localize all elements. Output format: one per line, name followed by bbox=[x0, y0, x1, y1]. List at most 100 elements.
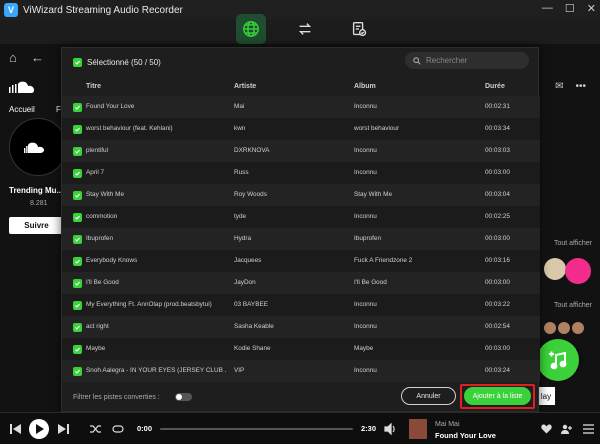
track-album: I'll Be Good bbox=[354, 279, 387, 286]
artist-avatars bbox=[544, 322, 584, 334]
tab-convert[interactable] bbox=[290, 14, 320, 44]
add-music-icon bbox=[549, 351, 567, 370]
track-album: Stay With Me bbox=[354, 191, 392, 198]
close-button[interactable]: ✕ bbox=[587, 2, 596, 15]
more-icon[interactable]: ••• bbox=[575, 81, 586, 92]
track-checkbox[interactable] bbox=[73, 147, 82, 156]
play-pause-button[interactable] bbox=[29, 419, 49, 439]
dialog-footer: Filtrer les pistes converties : Annuler … bbox=[62, 382, 540, 413]
track-album: Inconnu bbox=[354, 323, 377, 330]
progress-bar[interactable] bbox=[160, 428, 353, 430]
track-checkbox[interactable] bbox=[73, 191, 82, 200]
column-artist[interactable]: Artiste bbox=[234, 83, 256, 90]
track-checkbox[interactable] bbox=[73, 257, 82, 266]
track-row[interactable]: Found Your Love Mai Inconnu 00:02:31 bbox=[62, 96, 540, 118]
back-arrow-icon[interactable]: ← bbox=[31, 50, 44, 65]
track-artwork[interactable] bbox=[409, 419, 427, 439]
home-icon[interactable]: ⌂ bbox=[9, 50, 17, 65]
track-duration: 00:03:00 bbox=[485, 279, 510, 286]
now-playing-artist[interactable]: Mai Mai bbox=[435, 421, 460, 428]
queue-list-icon[interactable] bbox=[583, 424, 594, 434]
track-row[interactable]: Everybody Knows Jacquees Fuck A Friendzone… bbox=[62, 250, 540, 272]
check-icon bbox=[75, 347, 80, 352]
track-title: April 7 bbox=[86, 169, 105, 176]
track-duration: 00:03:34 bbox=[485, 125, 510, 132]
check-icon bbox=[75, 127, 80, 132]
track-artist: DXRKNOVA bbox=[234, 147, 270, 154]
tab-accueil[interactable]: Accueil bbox=[9, 105, 35, 114]
track-row[interactable]: My Everything Ft. AnnOlap (prod.beatsbyt… bbox=[62, 294, 540, 316]
track-row[interactable]: April 7 Russ Inconnu 00:03:00 bbox=[62, 162, 540, 184]
like-heart-icon[interactable] bbox=[541, 424, 552, 434]
track-row[interactable]: worst behaviour (feat. Kehlani) kwn worst … bbox=[62, 118, 540, 140]
track-row[interactable]: act right Sasha Keable Inconnu 00:02:54 bbox=[62, 316, 540, 338]
next-icon[interactable] bbox=[58, 423, 69, 435]
track-title: Found Your Love bbox=[86, 103, 135, 110]
check-icon bbox=[75, 171, 80, 176]
track-checkbox[interactable] bbox=[73, 169, 82, 178]
mode-tabs bbox=[236, 14, 374, 44]
globe-icon bbox=[243, 21, 259, 37]
tab-web-player[interactable] bbox=[236, 14, 266, 44]
track-duration: 00:02:31 bbox=[485, 103, 510, 110]
app-window: V ViWizard Streaming Audio Recorder — ☐ … bbox=[0, 0, 600, 444]
track-checkbox[interactable] bbox=[73, 235, 82, 244]
track-checkbox[interactable] bbox=[73, 125, 82, 134]
tab-converted[interactable] bbox=[344, 14, 374, 44]
shuffle-icon[interactable] bbox=[90, 424, 102, 434]
artist-avatar[interactable] bbox=[544, 258, 566, 280]
track-row[interactable]: Ibuprofen Hydra Ibuprofen 00:03:00 bbox=[62, 228, 540, 250]
track-checkbox[interactable] bbox=[73, 367, 82, 376]
column-album[interactable]: Album bbox=[354, 83, 376, 90]
track-row[interactable]: plentiful DXRKNOVA Inconnu 00:03:03 bbox=[62, 140, 540, 162]
add-user-icon[interactable] bbox=[561, 424, 573, 434]
add-music-button[interactable] bbox=[537, 339, 579, 381]
track-checkbox[interactable] bbox=[73, 279, 82, 288]
track-checkbox[interactable] bbox=[73, 213, 82, 222]
add-to-list-button[interactable]: Ajouter à la liste bbox=[464, 387, 531, 405]
volume-icon[interactable] bbox=[384, 423, 397, 435]
cancel-button[interactable]: Annuler bbox=[401, 387, 456, 405]
see-all-link[interactable]: Tout afficher bbox=[554, 240, 592, 247]
track-title: act right bbox=[86, 323, 109, 330]
search-input[interactable] bbox=[426, 56, 526, 65]
check-icon bbox=[75, 149, 80, 154]
track-checkbox[interactable] bbox=[73, 345, 82, 354]
track-row[interactable]: Snoh Aalegra - IN YOUR EYES (JERSEY CLUB… bbox=[62, 360, 540, 382]
track-duration: 00:03:00 bbox=[485, 235, 510, 242]
see-all-link[interactable]: Tout afficher bbox=[554, 302, 592, 309]
maximize-button[interactable]: ☐ bbox=[565, 2, 575, 15]
trending-cover-image[interactable] bbox=[9, 118, 67, 176]
track-checkbox[interactable] bbox=[73, 103, 82, 112]
mail-icon[interactable]: ✉ bbox=[555, 81, 563, 92]
check-icon bbox=[75, 193, 80, 198]
dialog-header: Sélectionné (50 / 50) bbox=[62, 48, 540, 76]
track-artist: tyde bbox=[234, 213, 247, 220]
minimize-button[interactable]: — bbox=[542, 2, 553, 15]
now-playing-title[interactable]: Found Your Love bbox=[435, 431, 496, 440]
track-checkbox[interactable] bbox=[73, 301, 82, 310]
track-row[interactable]: Stay With Me Roy Woods Stay With Me 00:03:0… bbox=[62, 184, 540, 206]
filter-converted-toggle[interactable] bbox=[175, 393, 192, 401]
track-artist: VIP bbox=[234, 367, 245, 374]
track-row[interactable]: commotion tyde Inconnu 00:02:25 bbox=[62, 206, 540, 228]
search-box[interactable] bbox=[405, 52, 529, 69]
track-row[interactable]: Maybe Kodie Shane Maybe 00:03:00 bbox=[62, 338, 540, 360]
track-row[interactable]: I'll Be Good JayDon I'll Be Good 00:03:00 bbox=[62, 272, 540, 294]
soundcloud-logo-icon bbox=[9, 81, 34, 93]
convert-icon bbox=[298, 23, 312, 35]
soundcloud-cloud-icon bbox=[24, 142, 44, 153]
column-duration[interactable]: Durée bbox=[485, 83, 505, 90]
select-all-checkbox[interactable] bbox=[73, 57, 82, 67]
artist-avatar[interactable] bbox=[565, 258, 591, 284]
track-selection-dialog: Sélectionné (50 / 50) Titre Artiste Albu… bbox=[61, 47, 540, 413]
track-title: Ibuprofen bbox=[86, 235, 114, 242]
track-title: worst behaviour (feat. Kehlani) bbox=[86, 125, 173, 132]
app-title: ViWizard Streaming Audio Recorder bbox=[23, 4, 183, 16]
track-checkbox[interactable] bbox=[73, 323, 82, 332]
repeat-icon[interactable] bbox=[112, 424, 124, 434]
previous-icon[interactable] bbox=[10, 423, 21, 435]
follow-button[interactable]: Suivre bbox=[9, 217, 64, 234]
column-title[interactable]: Titre bbox=[86, 83, 101, 90]
track-album: Ibuprofen bbox=[354, 235, 382, 242]
